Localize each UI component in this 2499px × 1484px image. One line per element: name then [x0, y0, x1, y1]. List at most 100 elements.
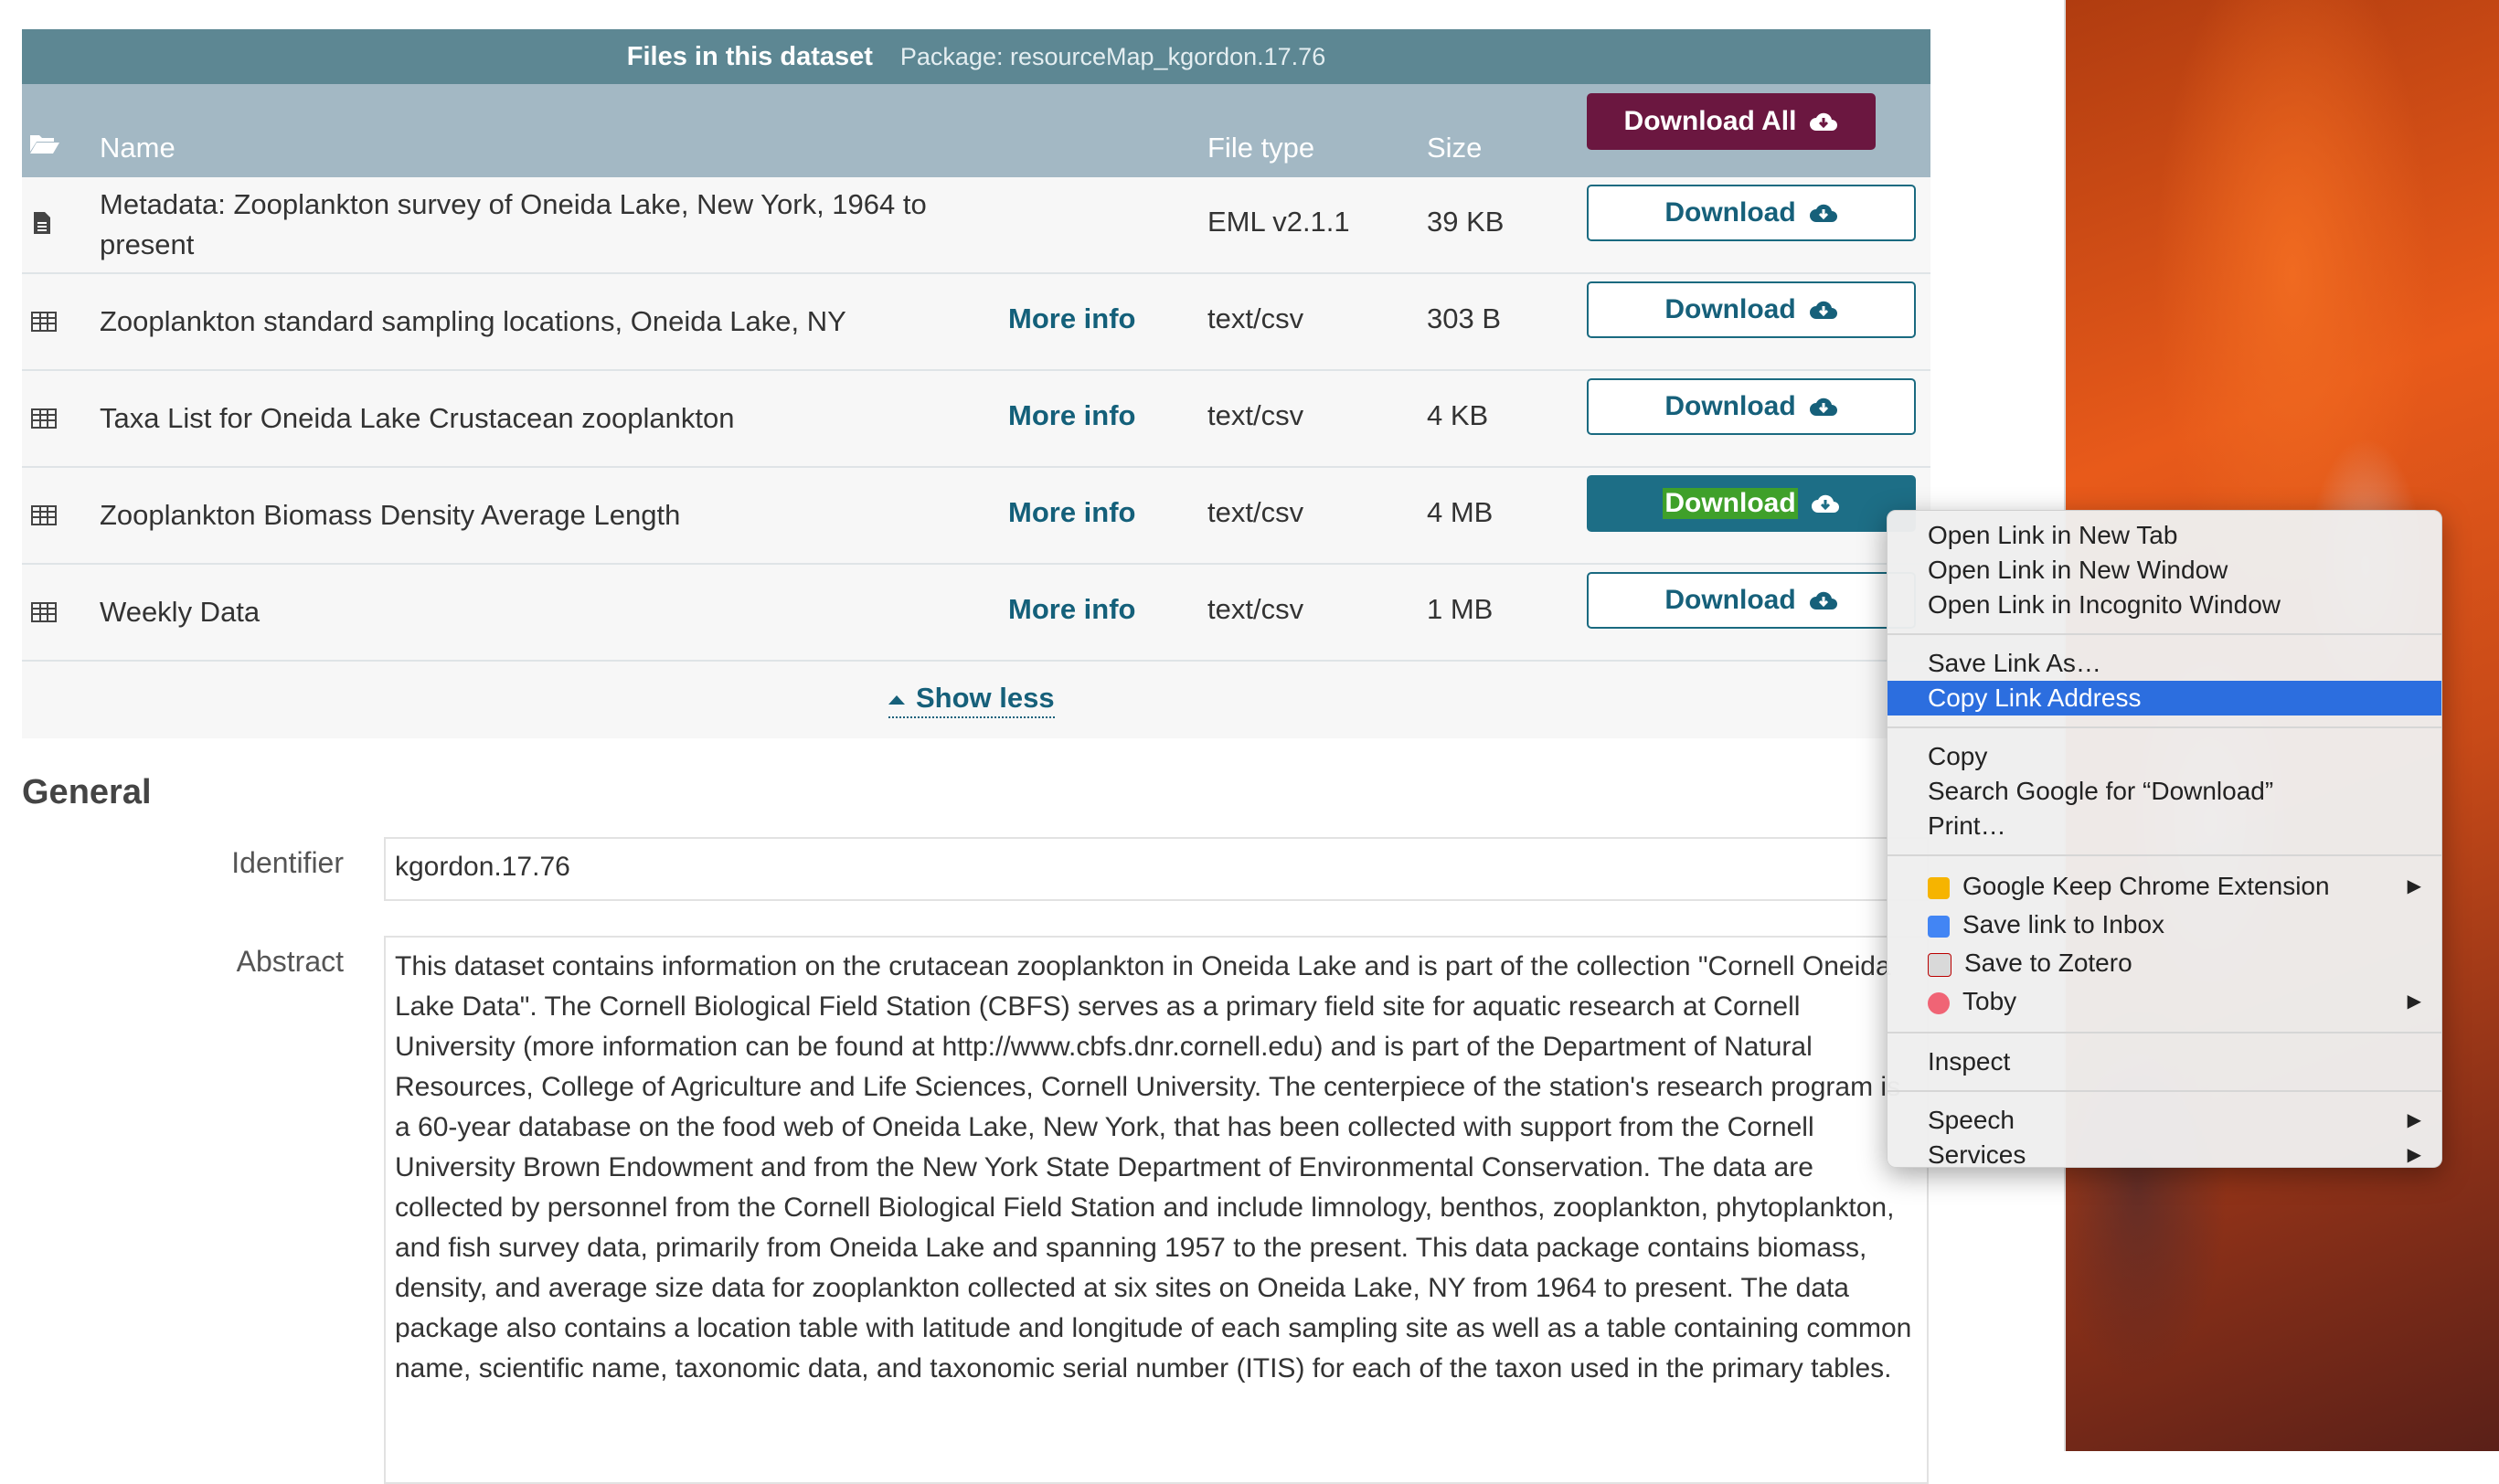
toby-icon: [1928, 991, 1950, 1014]
menu-inspect[interactable]: Inspect: [1888, 1044, 2441, 1079]
more-info-link[interactable]: More info: [1008, 302, 1136, 335]
download-button[interactable]: Download: [1587, 378, 1916, 435]
submenu-arrow-icon: ▶: [2407, 1110, 2421, 1130]
menu-toby[interactable]: Toby ▶: [1888, 982, 2441, 1021]
file-size: 4 MB: [1427, 496, 1494, 528]
menu-separator: [1888, 1032, 2441, 1034]
table-icon: [31, 404, 57, 429]
cloud-download-icon: [1810, 112, 1838, 131]
menu-toby-label: Toby: [1962, 987, 2017, 1015]
cloud-download-icon: [1809, 398, 1837, 416]
download-label: Download: [1664, 294, 1796, 324]
table-row: Weekly Data More info text/csv 1 MB Down…: [22, 565, 1930, 662]
menu-search-google[interactable]: Search Google for “Download”: [1888, 774, 2441, 809]
menu-separator: [1888, 1090, 2441, 1092]
menu-save-to-inbox-label: Save link to Inbox: [1962, 910, 2165, 938]
download-button[interactable]: Download: [1587, 185, 1916, 241]
menu-services[interactable]: Services ▶: [1888, 1138, 2441, 1172]
file-name: Zooplankton Biomass Density Average Leng…: [100, 499, 681, 531]
menu-google-keep[interactable]: Google Keep Chrome Extension ▶: [1888, 867, 2441, 906]
table-icon: [31, 501, 57, 526]
more-info-link[interactable]: More info: [1008, 496, 1136, 529]
column-filetype-header[interactable]: File type: [1207, 132, 1314, 164]
cloud-download-icon: [1809, 591, 1837, 610]
download-button[interactable]: Download: [1587, 281, 1916, 338]
context-menu: Open Link in New Tab Open Link in New Wi…: [1887, 510, 2442, 1169]
menu-open-new-tab[interactable]: Open Link in New Tab: [1888, 518, 2441, 553]
menu-save-to-inbox[interactable]: Save link to Inbox: [1888, 906, 2441, 944]
table-icon: [31, 598, 57, 623]
folder-open-icon: [29, 130, 60, 163]
file-type: text/csv: [1207, 399, 1304, 431]
download-button-active[interactable]: Download: [1587, 475, 1916, 532]
cloud-download-icon: [1809, 204, 1837, 222]
cloud-download-icon: [1811, 494, 1839, 513]
identifier-label: Identifier: [231, 846, 344, 879]
file-size: 1 MB: [1427, 593, 1494, 625]
cloud-download-icon: [1809, 301, 1837, 319]
files-header: Files in this dataset Package: resourceM…: [22, 29, 1930, 84]
file-size: 303 B: [1427, 302, 1502, 334]
caret-up-icon: [888, 694, 905, 705]
files-title: Files in this dataset: [626, 41, 873, 71]
menu-separator: [1888, 726, 2441, 728]
menu-separator: [1888, 854, 2441, 856]
file-name: Taxa List for Oneida Lake Crustacean zoo…: [100, 402, 735, 434]
file-type: text/csv: [1207, 496, 1304, 528]
file-size: 39 KB: [1427, 206, 1505, 238]
download-label: Download: [1664, 391, 1796, 421]
files-panel: Files in this dataset Package: resourceM…: [22, 29, 1930, 738]
general-heading: General: [22, 773, 152, 811]
download-label: Download: [1664, 197, 1796, 228]
menu-open-incognito[interactable]: Open Link in Incognito Window: [1888, 588, 2441, 622]
menu-save-link-as[interactable]: Save Link As…: [1888, 646, 2441, 681]
abstract-text: This dataset contains information on the…: [384, 936, 1929, 1484]
column-size-header[interactable]: Size: [1427, 132, 1482, 164]
file-name: Zooplankton standard sampling locations,…: [100, 305, 846, 337]
identifier-value: kgordon.17.76: [384, 837, 1929, 901]
submenu-arrow-icon: ▶: [2407, 876, 2421, 896]
menu-copy-link-address[interactable]: Copy Link Address: [1888, 681, 2441, 716]
table-column-header: Name File type Size Download All: [22, 84, 1930, 177]
package-id: Package: resourceMap_kgordon.17.76: [899, 42, 1326, 70]
menu-separator: [1888, 633, 2441, 635]
table-row: Taxa List for Oneida Lake Crustacean zoo…: [22, 371, 1930, 468]
table-row: Metadata: Zooplankton survey of Oneida L…: [22, 177, 1930, 274]
menu-copy[interactable]: Copy: [1888, 739, 2441, 774]
download-label: Download: [1663, 488, 1798, 519]
show-less-row: Show less: [22, 662, 1930, 738]
download-label: Download: [1664, 585, 1796, 615]
table-icon: [31, 307, 57, 333]
menu-speech-label: Speech: [1928, 1106, 2015, 1134]
google-keep-icon: [1928, 876, 1950, 899]
table-row: Zooplankton standard sampling locations,…: [22, 274, 1930, 371]
menu-services-label: Services: [1928, 1140, 2026, 1169]
file-type: text/csv: [1207, 593, 1304, 625]
file-type: EML v2.1.1: [1207, 206, 1350, 238]
zotero-icon: [1928, 952, 1951, 977]
menu-open-new-window[interactable]: Open Link in New Window: [1888, 553, 2441, 588]
more-info-link[interactable]: More info: [1008, 593, 1136, 626]
document-icon: [31, 210, 57, 236]
download-all-button[interactable]: Download All: [1587, 93, 1876, 150]
show-less-link[interactable]: Show less: [888, 682, 1055, 718]
file-name: Weekly Data: [100, 596, 261, 628]
submenu-arrow-icon: ▶: [2407, 1145, 2421, 1165]
download-button[interactable]: Download: [1587, 572, 1916, 629]
menu-save-to-zotero-label: Save to Zotero: [1964, 949, 2132, 977]
submenu-arrow-icon: ▶: [2407, 991, 2421, 1012]
menu-google-keep-label: Google Keep Chrome Extension: [1962, 872, 2330, 900]
show-less-label: Show less: [916, 682, 1055, 714]
abstract-label: Abstract: [236, 945, 344, 978]
column-name-header[interactable]: Name: [100, 132, 175, 164]
file-name: Metadata: Zooplankton survey of Oneida L…: [100, 188, 927, 260]
menu-save-to-zotero[interactable]: Save to Zotero: [1888, 944, 2441, 982]
more-info-link[interactable]: More info: [1008, 399, 1136, 432]
file-type: text/csv: [1207, 302, 1304, 334]
menu-speech[interactable]: Speech ▶: [1888, 1103, 2441, 1138]
inbox-icon: [1928, 915, 1950, 938]
table-row: Zooplankton Biomass Density Average Leng…: [22, 468, 1930, 565]
file-size: 4 KB: [1427, 399, 1489, 431]
menu-print[interactable]: Print…: [1888, 809, 2441, 843]
download-all-label: Download All: [1623, 106, 1797, 136]
